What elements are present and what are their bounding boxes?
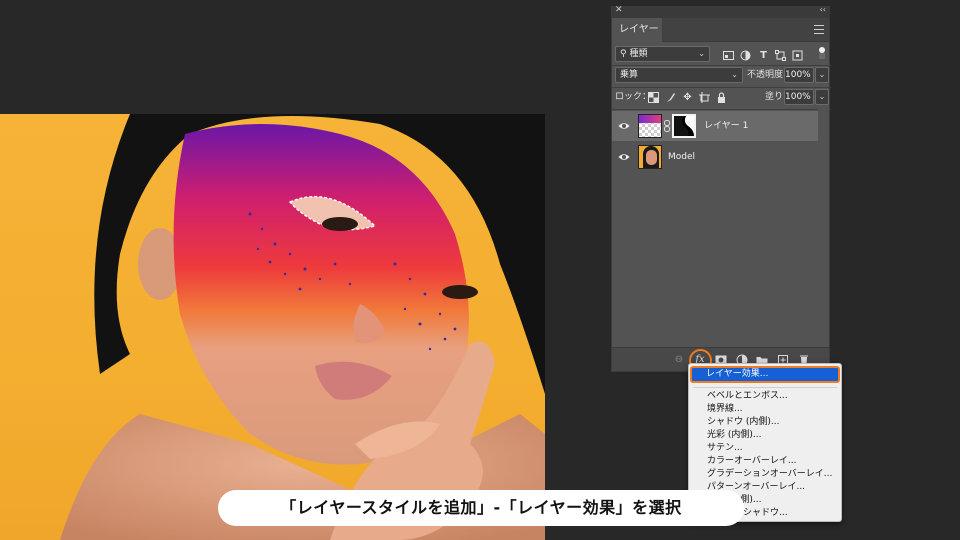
lock-all-icon[interactable] [716, 92, 727, 103]
instruction-caption: 「レイヤースタイルを追加」-「レイヤー効果」を選択 [218, 490, 744, 526]
blend-row: 乗算 ⌄ 不透明度： 100% ⌄ [612, 67, 831, 89]
panel-tab-bar: レイヤー [612, 18, 829, 42]
filter-toggle[interactable] [819, 47, 825, 59]
layer-row-model[interactable]: Model [612, 142, 819, 172]
lock-position-icon[interactable]: ✥ [682, 92, 693, 103]
collapse-panel-icon[interactable]: ‹‹ [820, 5, 826, 14]
menu-item-stroke[interactable]: 境界線... [707, 403, 743, 415]
lock-row: ロック： ✥ 塗り： 100% ⌄ [612, 89, 831, 109]
layer-name-layer1[interactable]: レイヤー 1 [704, 111, 748, 141]
panel-title-bar: ✕ ‹‹ [612, 5, 829, 18]
tab-layers[interactable]: レイヤー [612, 18, 662, 42]
link-icon[interactable]: ⊖ [673, 354, 685, 366]
menu-item-layer-effects[interactable]: レイヤー効果... [706, 368, 768, 380]
filter-kind-dropdown[interactable]: ⚲ 種類 ⌄ [615, 46, 710, 62]
layer-thumbnail[interactable] [638, 145, 662, 169]
smart-object-filter-icon[interactable] [792, 50, 803, 61]
eye-icon[interactable] [618, 151, 630, 163]
fill-slider-toggle[interactable]: ⌄ [815, 89, 829, 105]
menu-item-gradient-overlay[interactable]: グラデーションオーバーレイ... [707, 468, 832, 480]
divider [612, 109, 831, 110]
filter-row: ⚲ 種類 ⌄ T [612, 43, 831, 65]
layer-thumbnail[interactable] [638, 114, 662, 138]
menu-item-bevel-emboss[interactable]: ベベルとエンボス... [707, 390, 788, 402]
close-panel-icon[interactable]: ✕ [615, 5, 623, 15]
divider [612, 65, 831, 66]
type-filter-icon[interactable]: T [758, 50, 769, 61]
layers-panel: ✕ ‹‹ レイヤー ⚲ 種類 ⌄ T 乗算 ⌄ 不透明度： 100% ⌄ ロック… [611, 5, 831, 372]
eye-icon[interactable] [618, 120, 630, 132]
panel-scrollbar[interactable] [818, 109, 829, 349]
menu-item-inner-glow[interactable]: 光彩 (内側)... [707, 429, 761, 441]
menu-item-satin[interactable]: サテン... [707, 442, 743, 454]
divider [612, 87, 831, 88]
pixel-filter-icon[interactable] [723, 50, 734, 61]
screen: ✕ ‹‹ レイヤー ⚲ 種類 ⌄ T 乗算 ⌄ 不透明度： 100% ⌄ ロック… [0, 0, 960, 540]
menu-separator [693, 387, 837, 388]
filter-kind-label: 種類 [629, 49, 648, 59]
fill-input[interactable]: 100% [784, 89, 814, 105]
lock-brush-icon[interactable] [665, 92, 676, 103]
lock-artboard-icon[interactable] [699, 92, 710, 103]
portrait-illustration [60, 114, 545, 540]
blend-mode-dropdown[interactable]: 乗算 ⌄ [615, 67, 743, 83]
adjustment-filter-icon[interactable] [740, 50, 751, 61]
layer-mask-thumbnail[interactable] [672, 114, 696, 138]
search-icon: ⚲ [620, 49, 627, 59]
canvas-photo[interactable] [0, 114, 545, 540]
chevron-down-icon: ⌄ [731, 70, 738, 79]
menu-item-color-overlay[interactable]: カラーオーバーレイ... [707, 455, 797, 467]
chevron-down-icon: ⌄ [698, 49, 705, 58]
panel-menu-icon[interactable] [814, 25, 824, 34]
chain-link-icon[interactable] [664, 120, 670, 132]
menu-item-inner-shadow[interactable]: シャドウ (内側)... [707, 416, 779, 428]
layer-row-layer1[interactable]: レイヤー 1 [612, 111, 819, 141]
shape-filter-icon[interactable] [775, 50, 786, 61]
lock-label: ロック： [615, 92, 652, 102]
layer-name-model[interactable]: Model [668, 142, 695, 172]
blend-mode-value: 乗算 [620, 70, 639, 80]
opacity-input[interactable]: 100% [784, 67, 814, 83]
lock-transparent-icon[interactable] [648, 92, 659, 103]
opacity-slider-toggle[interactable]: ⌄ [815, 67, 829, 83]
